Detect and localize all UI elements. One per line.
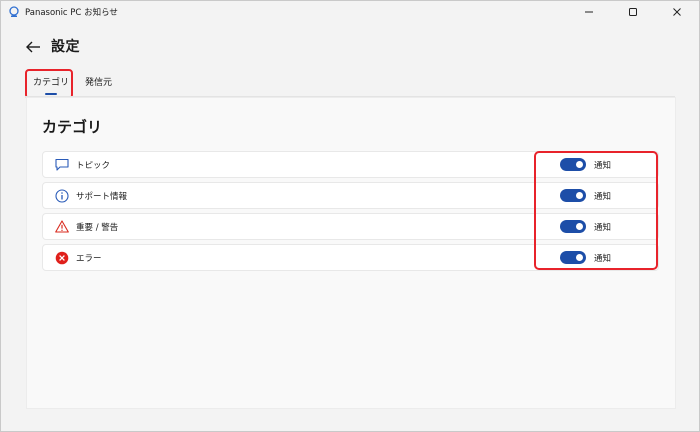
title-bar: Panasonic PC お知らせ: [1, 1, 699, 23]
toggle-knob: [576, 161, 583, 168]
tab-bar: カテゴリ 発信元: [25, 69, 120, 99]
category-row-error: エラー 通知: [42, 244, 659, 271]
notify-toggle[interactable]: [560, 251, 586, 264]
close-button[interactable]: [655, 1, 699, 23]
minimize-icon: [585, 11, 593, 13]
category-label: 重要 / 警告: [76, 222, 119, 233]
toggle-label: 通知: [594, 253, 612, 264]
toggle-label: 通知: [594, 191, 612, 202]
toggle-label: 通知: [594, 222, 612, 233]
notify-toggle-group: 通知: [560, 251, 611, 264]
category-row-support: サポート情報 通知: [42, 182, 659, 209]
info-icon: [55, 188, 69, 203]
category-label: サポート情報: [76, 191, 128, 202]
error-icon: [55, 251, 69, 265]
maximize-icon: [629, 8, 637, 16]
app-window: Panasonic PC お知らせ 設定 カテゴリ 発信元 カテゴリ トピック …: [0, 0, 700, 432]
notify-toggle-group: 通知: [560, 220, 611, 233]
notify-toggle[interactable]: [560, 220, 586, 233]
toggle-knob: [576, 254, 583, 261]
maximize-button[interactable]: [611, 1, 655, 23]
warning-icon: [55, 220, 69, 234]
window-controls: [567, 1, 699, 23]
notify-toggle-group: 通知: [560, 158, 611, 171]
notify-toggle[interactable]: [560, 158, 586, 171]
close-icon: [673, 8, 681, 16]
tab-category[interactable]: カテゴリ: [25, 69, 77, 99]
section-title: カテゴリ: [42, 118, 103, 136]
page-title: 設定: [51, 39, 80, 55]
chat-bubble-icon: [55, 158, 69, 172]
window-title: Panasonic PC お知らせ: [25, 8, 118, 18]
category-row-warning: 重要 / 警告 通知: [42, 213, 659, 240]
category-label: トピック: [76, 160, 111, 171]
tab-sender[interactable]: 発信元: [77, 69, 120, 99]
active-tab-indicator: [45, 93, 57, 95]
back-button[interactable]: [23, 37, 43, 57]
back-arrow-icon: [26, 41, 40, 53]
notify-toggle[interactable]: [560, 189, 586, 202]
notify-toggle-group: 通知: [560, 189, 611, 202]
category-panel: カテゴリ トピック 通知 サポート情報 通知 重要 / 警告 通知 エラー 通知: [26, 97, 676, 409]
tab-label: カテゴリ: [33, 78, 70, 88]
tab-label: 発信元: [85, 78, 113, 88]
toggle-knob: [576, 223, 583, 230]
category-row-topic: トピック 通知: [42, 151, 659, 178]
category-label: エラー: [76, 253, 102, 264]
toggle-knob: [576, 192, 583, 199]
toggle-label: 通知: [594, 160, 612, 171]
app-logo-icon: [8, 6, 20, 18]
minimize-button[interactable]: [567, 1, 611, 23]
